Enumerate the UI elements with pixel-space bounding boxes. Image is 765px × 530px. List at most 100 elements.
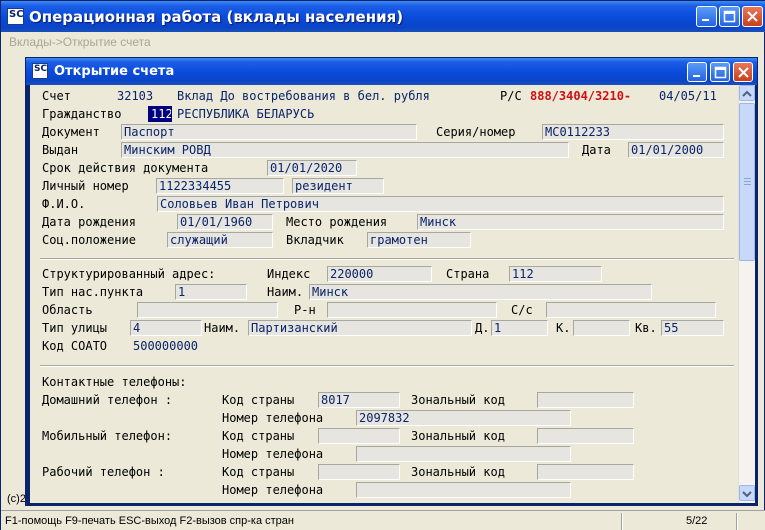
home-country-code-field[interactable]: 8017 (318, 392, 400, 408)
personal-number-field[interactable]: 1122334455 (156, 178, 284, 194)
house-field[interactable]: 1 (491, 320, 548, 336)
korpus-field[interactable] (573, 320, 630, 336)
document-label: Документ (42, 125, 100, 139)
maximize-button[interactable] (719, 6, 740, 27)
issue-date-label: Дата (582, 143, 611, 157)
breadcrumb: Вклады->Открытие счета (9, 35, 151, 49)
rs-account[interactable]: 888/3404/3210- (527, 88, 645, 104)
work-zonal-code-field[interactable] (537, 464, 634, 480)
minimize-icon (702, 19, 709, 21)
dialog-maximize-button[interactable] (710, 62, 730, 82)
close-icon (747, 11, 758, 22)
function-keys-hint: F1-помощь F9-печать ESC-выход F2-вызов с… (5, 515, 294, 527)
index-field[interactable]: 220000 (327, 266, 432, 282)
minimize-button[interactable] (696, 6, 717, 27)
main-window: SC Операционная работа (вклады населения… (0, 0, 765, 530)
mobile-number-field[interactable] (356, 446, 571, 462)
citizenship-name: РЕСПУБЛИКА БЕЛАРУСЬ (177, 107, 315, 121)
korpus-label: К. (556, 321, 571, 335)
account-date[interactable]: 04/05/11 (656, 88, 726, 104)
work-zonal-code-label: Зональный код (411, 465, 505, 479)
fio-label: Ф.И.О. (42, 197, 86, 211)
settlement-type-field[interactable]: 1 (175, 284, 247, 300)
validity-label: Срок действия документа (42, 161, 209, 175)
dialog-app-icon-text: SC (34, 64, 48, 74)
country-label: Страна (446, 267, 490, 281)
mobile-country-code-label: Код страны (222, 429, 295, 443)
dialog-minimize-button[interactable] (687, 62, 707, 82)
home-zonal-code-field[interactable] (537, 392, 634, 408)
mobile-zonal-code-label: Зональный код (411, 429, 505, 443)
account-label: Счет (42, 89, 71, 103)
work-number-label: Номер телефона (222, 483, 324, 497)
app-icon: SC (7, 8, 24, 25)
issue-date-field[interactable]: 01/01/2000 (628, 142, 724, 158)
scroll-grip-line (744, 181, 751, 182)
birthplace-label: Место рождения (286, 215, 388, 229)
street-type-field[interactable]: 4 (130, 320, 202, 336)
ss-field[interactable] (546, 302, 716, 318)
issued-label: Выдан (42, 143, 79, 157)
home-zonal-code-label: Зональный код (411, 393, 505, 407)
apartment-field[interactable]: 55 (661, 320, 724, 336)
soato-field[interactable]: 500000000 (130, 338, 208, 354)
deposit-type: Вклад До востребования в бел. рубля (177, 89, 430, 103)
document-field[interactable]: Паспорт (121, 124, 417, 140)
district-field[interactable] (327, 302, 497, 318)
scroll-grip-line (744, 184, 751, 185)
apartment-label: Кв. (635, 321, 657, 335)
close-button[interactable] (742, 6, 763, 27)
mobile-number-label: Номер телефона (222, 447, 324, 461)
street-name-field[interactable]: Партизанский (248, 320, 472, 336)
series-field[interactable]: МС0112233 (542, 124, 724, 140)
window-title: Операционная работа (вклады населения) (29, 8, 404, 26)
dialog-title: Открытие счета (54, 64, 175, 79)
section-divider (40, 365, 734, 367)
birth-date-field[interactable]: 01/01/1960 (177, 214, 273, 230)
validity-field[interactable]: 01/01/2020 (267, 160, 357, 176)
country-field[interactable]: 112 (509, 266, 602, 282)
page-counter: 5/22 (686, 515, 708, 527)
street-name-label: Наим. (204, 321, 241, 335)
dialog-titlebar[interactable]: SC Открытие счета (26, 58, 757, 85)
home-number-field[interactable]: 2097832 (356, 410, 571, 426)
copyright-text: (c)2 (7, 493, 26, 505)
scroll-grip-line (744, 178, 751, 179)
citizenship-label: Гражданство (42, 107, 122, 121)
issued-field[interactable]: Минским РОВД (121, 142, 569, 158)
region-field[interactable] (137, 302, 278, 318)
vertical-scrollbar[interactable] (738, 85, 755, 503)
dialog-close-button[interactable] (733, 62, 753, 82)
work-country-code-label: Код страны (222, 465, 295, 479)
citizenship-code[interactable]: 112 (148, 106, 172, 122)
maximize-icon (714, 66, 727, 79)
fio-field[interactable]: Соловьев Иван Петрович (157, 196, 724, 212)
home-number-label: Номер телефона (222, 411, 324, 425)
mobile-country-code-field[interactable] (318, 428, 400, 444)
soato-label: Код СОАТО (42, 339, 108, 353)
main-titlebar[interactable]: SC Операционная работа (вклады населения… (1, 1, 765, 32)
settlement-type-label: Тип нас.пункта (42, 285, 144, 299)
structured-address-label: Структурированный адрес: (42, 267, 216, 281)
resident-field[interactable]: резидент (292, 178, 384, 194)
account-number[interactable]: 32103 (114, 88, 174, 104)
form-content: Счет 32103 Вклад До востребования в бел.… (30, 85, 738, 503)
birth-date-label: Дата рождения (42, 215, 136, 229)
social-status-field[interactable]: служащий (167, 232, 273, 248)
status-separator (621, 513, 623, 530)
mobile-zonal-code-field[interactable] (537, 428, 634, 444)
settlement-name-field[interactable]: Минск (309, 284, 652, 300)
scroll-down-button[interactable] (739, 485, 755, 501)
rs-label: Р/С (500, 89, 522, 103)
scroll-up-button[interactable] (739, 85, 755, 101)
app-icon-text: SC (9, 9, 24, 20)
dialog-app-icon: SC (32, 63, 48, 79)
birthplace-field[interactable]: Минск (417, 214, 724, 230)
ss-label: С/с (511, 303, 533, 317)
series-label: Серия/номер (436, 125, 516, 139)
work-country-code-field[interactable] (318, 464, 400, 480)
scroll-thumb[interactable] (739, 103, 755, 261)
work-number-field[interactable] (356, 482, 571, 498)
depositor-field[interactable]: грамотен (367, 232, 471, 248)
contacts-heading: Контактные телефоны: (42, 375, 187, 389)
